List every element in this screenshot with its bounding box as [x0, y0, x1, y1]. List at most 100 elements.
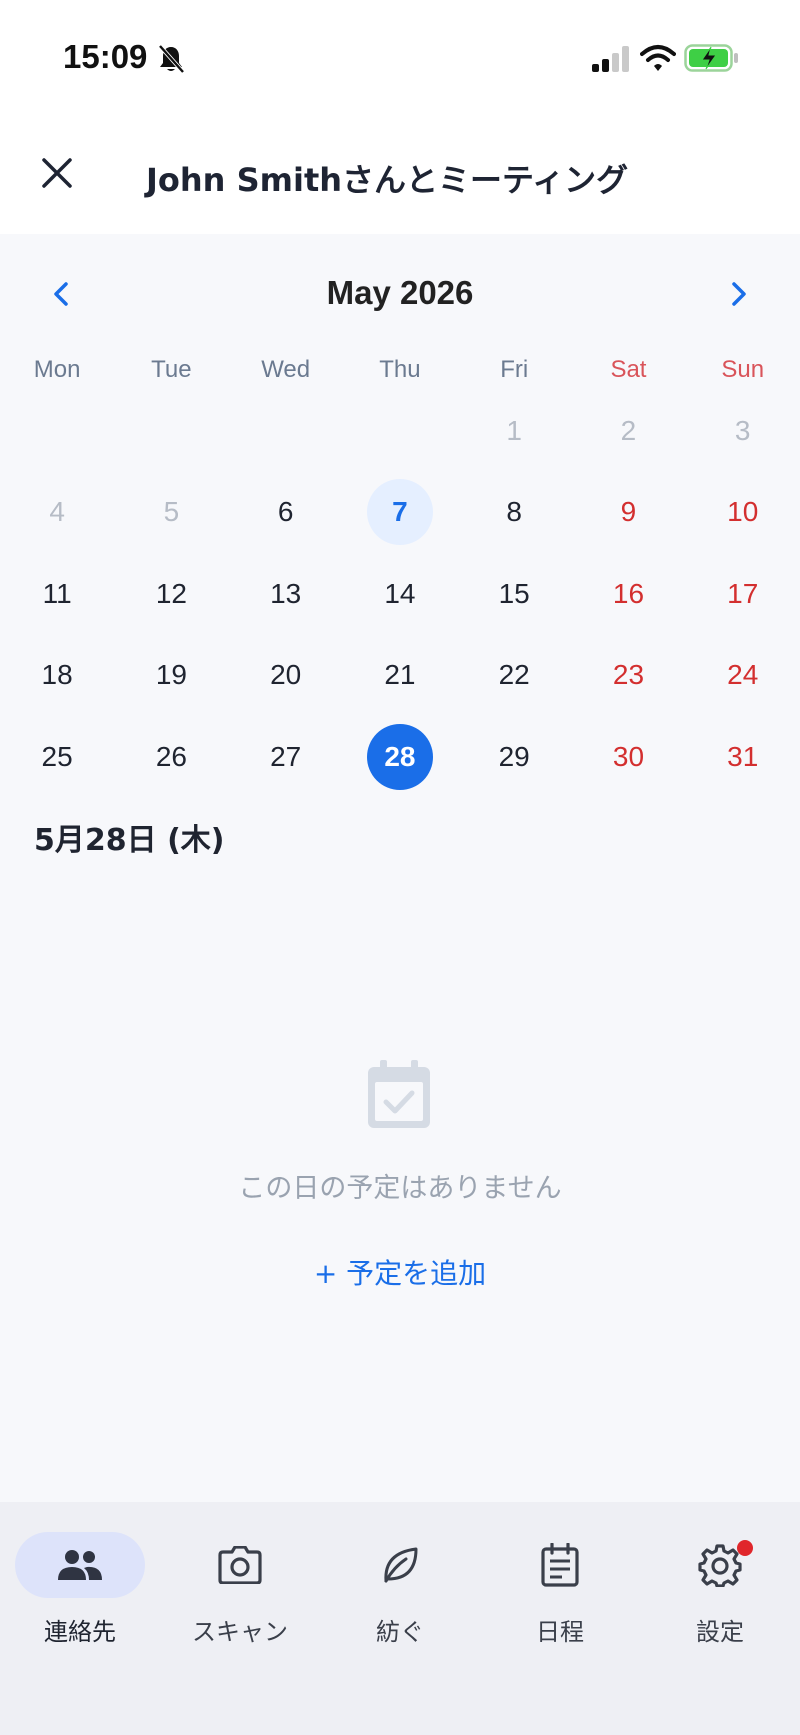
calendar-day[interactable]: 10	[686, 472, 800, 554]
notification-badge	[737, 1540, 753, 1556]
calendar-day[interactable]: 26	[114, 716, 228, 798]
calendar-day-empty	[0, 390, 114, 472]
calendar-day[interactable]: 16	[571, 553, 685, 635]
schedule-icon	[535, 1540, 585, 1590]
calendar-nav: May 2026	[0, 264, 800, 328]
day-number: 18	[41, 659, 73, 691]
day-number: 12	[155, 577, 187, 609]
leaf-icon	[375, 1540, 425, 1590]
calendar-day[interactable]: 3	[686, 390, 800, 472]
calendar-day[interactable]: 17	[686, 553, 800, 635]
nav-item-scan[interactable]: スキャン	[160, 1530, 320, 1650]
day-number: 31	[727, 740, 759, 772]
day-number: 21	[384, 659, 416, 691]
calendar-day[interactable]: 7	[343, 472, 457, 554]
calendar-day[interactable]: 5	[114, 472, 228, 554]
nav-label: スキャン	[192, 1618, 288, 1646]
calendar-day[interactable]: 27	[229, 716, 343, 798]
day-number: 23	[612, 659, 645, 691]
day-number	[138, 398, 204, 464]
battery-charging-icon	[684, 44, 740, 76]
bell-muted-icon	[157, 44, 185, 78]
day-number: 17	[727, 577, 759, 609]
calendar-day[interactable]: 24	[686, 635, 800, 717]
calendar-day[interactable]: 2	[571, 390, 685, 472]
camera-icon	[215, 1540, 265, 1590]
calendar-day-empty	[229, 390, 343, 472]
day-number: 30	[612, 740, 645, 772]
calendar-day[interactable]: 29	[457, 716, 571, 798]
calendar-day[interactable]: 19	[114, 635, 228, 717]
calendar-day[interactable]: 25	[0, 716, 114, 798]
calendar-day[interactable]: 14	[343, 553, 457, 635]
wifi-icon	[640, 44, 676, 76]
nav-label: 紡ぐ	[376, 1618, 424, 1646]
calendar-day[interactable]: 4	[0, 472, 114, 554]
day-number: 2	[620, 414, 637, 446]
day-number: 28	[366, 723, 433, 790]
calendar-day[interactable]: 22	[457, 635, 571, 717]
empty-state-message: この日の予定はありません	[238, 1173, 562, 1204]
day-number: 16	[612, 577, 645, 609]
day-number	[253, 398, 319, 464]
day-number: 24	[727, 659, 759, 691]
nav-item-schedule[interactable]: 日程	[480, 1530, 640, 1650]
selected-date-label: 5月28日 (木)	[34, 823, 225, 858]
day-number: 11	[42, 577, 72, 609]
day-number: 27	[270, 740, 302, 772]
calendar-day[interactable]: 31	[686, 716, 800, 798]
day-number	[367, 398, 433, 464]
calendar-day[interactable]: 21	[343, 635, 457, 717]
calendar-check-icon	[366, 1060, 432, 1130]
calendar-day[interactable]: 11	[0, 553, 114, 635]
day-number: 1	[506, 414, 522, 446]
day-number: 7	[366, 479, 433, 546]
nav-item-weave[interactable]: 紡ぐ	[320, 1530, 480, 1650]
day-number: 25	[41, 740, 73, 772]
day-number: 10	[727, 496, 759, 528]
calendar-day[interactable]: 9	[571, 472, 685, 554]
day-number: 15	[498, 577, 530, 609]
day-number: 14	[384, 577, 416, 609]
calendar-day[interactable]: 6	[229, 472, 343, 554]
calendar-day[interactable]: 15	[457, 553, 571, 635]
people-icon	[55, 1540, 105, 1590]
bottom-nav: 連絡先 スキャン 紡ぐ 日程 設定	[0, 1502, 800, 1735]
day-number: 29	[498, 740, 530, 772]
day-number: 19	[155, 659, 187, 691]
nav-label: 設定	[696, 1618, 744, 1646]
day-number: 6	[277, 496, 294, 528]
calendar-day[interactable]: 12	[114, 553, 228, 635]
calendar-day[interactable]: 13	[229, 553, 343, 635]
month-label: May 2026	[326, 274, 474, 311]
nav-item-contacts[interactable]: 連絡先	[0, 1530, 160, 1650]
calendar-day-grid: 1 2 3 4 5 6 7 8 9 10 11 12 13 14 15 16 17 18 19 20 21 22 23 24 2…	[0, 390, 800, 798]
day-number: 8	[506, 496, 522, 528]
day-number: 3	[734, 414, 751, 446]
day-number	[24, 398, 90, 464]
status-bar: 15:09	[0, 0, 800, 118]
day-number: 22	[498, 659, 530, 691]
day-number: 20	[270, 659, 302, 691]
calendar-day[interactable]: 20	[229, 635, 343, 717]
nav-item-settings[interactable]: 設定	[640, 1530, 800, 1650]
nav-label: 日程	[536, 1618, 584, 1646]
close-button[interactable]	[30, 148, 84, 202]
calendar-day[interactable]: 8	[457, 472, 571, 554]
chevron-right-icon	[730, 281, 748, 311]
calendar-day[interactable]: 23	[571, 635, 685, 717]
calendar-day[interactable]: 18	[0, 635, 114, 717]
calendar-day[interactable]: 30	[571, 716, 685, 798]
calendar-day[interactable]: 28	[343, 716, 457, 798]
calendar-day-empty	[343, 390, 457, 472]
day-number: 13	[270, 577, 302, 609]
add-event-link[interactable]: + 予定を追加	[0, 1252, 800, 1292]
nav-label: 連絡先	[44, 1618, 116, 1646]
close-icon	[41, 157, 73, 193]
header: John Smithさんとミーティング	[0, 118, 800, 234]
next-month-button[interactable]	[715, 272, 763, 320]
calendar-day-empty	[114, 390, 228, 472]
day-number: 4	[49, 496, 65, 528]
status-time: 15:09	[63, 38, 148, 75]
calendar-day[interactable]: 1	[457, 390, 571, 472]
